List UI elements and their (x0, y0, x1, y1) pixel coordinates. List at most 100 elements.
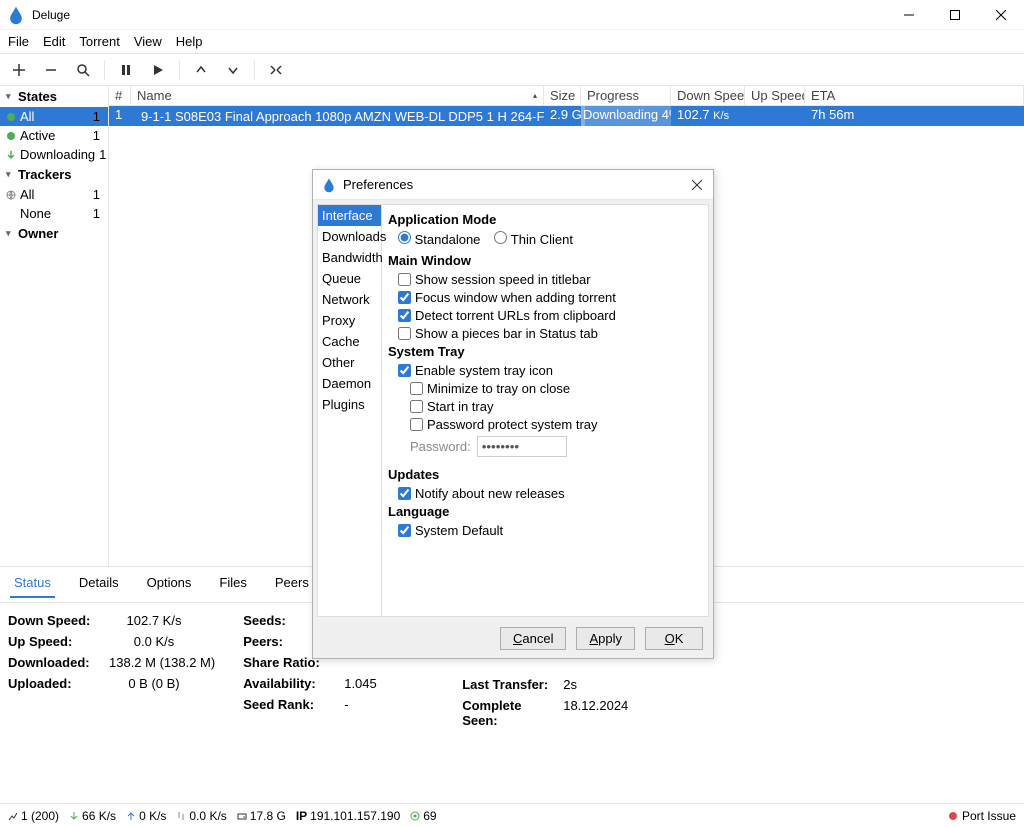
add-torrent-button[interactable] (4, 56, 34, 84)
col-progress[interactable]: Progress (581, 86, 671, 105)
prefs-cat-daemon[interactable]: Daemon (318, 373, 381, 394)
downloading-icon (6, 150, 16, 160)
warning-icon (948, 811, 958, 821)
tab-status[interactable]: Status (10, 573, 55, 598)
chk-detect-urls[interactable]: Detect torrent URLs from clipboard (398, 308, 702, 323)
tab-files[interactable]: Files (215, 573, 250, 598)
sidebar-header-trackers[interactable]: Trackers (0, 164, 108, 185)
window-maximize-button[interactable] (932, 0, 978, 30)
chk-focus-window[interactable]: Focus window when adding torrent (398, 290, 702, 305)
chk-enable-tray[interactable]: Enable system tray icon (398, 363, 702, 378)
complete-seen-value: 18.12.2024 (563, 698, 653, 728)
app-logo-icon (321, 177, 337, 193)
cancel-button[interactable]: Cancel (500, 627, 566, 650)
port-status-indicator[interactable]: Port Issue (948, 809, 1016, 823)
radio-thin-client[interactable]: Thin Client (494, 231, 573, 247)
menu-file[interactable]: File (8, 34, 29, 49)
tab-details[interactable]: Details (75, 573, 123, 598)
menu-view[interactable]: View (134, 34, 162, 49)
app-mode-header: Application Mode (388, 212, 702, 227)
sidebar-item-downloading[interactable]: Downloading 1 (0, 145, 108, 164)
queue-down-button[interactable] (218, 56, 248, 84)
tab-options[interactable]: Options (143, 573, 196, 598)
chk-minimize-tray[interactable]: Minimize to tray on close (410, 381, 702, 396)
col-size[interactable]: Size (544, 86, 581, 105)
prefs-cat-network[interactable]: Network (318, 289, 381, 310)
window-minimize-button[interactable] (886, 0, 932, 30)
sidebar-item-all[interactable]: All 1 (0, 107, 108, 126)
pause-button[interactable] (111, 56, 141, 84)
remove-torrent-button[interactable] (36, 56, 66, 84)
status-bar: 1 (200) 66 K/s 0 K/s 0.0 K/s 17.8 G IP19… (0, 803, 1024, 827)
prefs-cat-interface[interactable]: Interface (318, 205, 381, 226)
menu-torrent[interactable]: Torrent (79, 34, 119, 49)
blank-icon (6, 209, 16, 219)
column-headers: # Name▴ Size Progress Down Speed Up Spee… (109, 86, 1024, 106)
cell-down: 102.7 K/s (671, 106, 745, 126)
prefs-cat-bandwidth[interactable]: Bandwidth (318, 247, 381, 268)
cell-eta: 7h 56m (805, 106, 1024, 126)
prefs-content: Application Mode Standalone Thin Client … (382, 205, 708, 616)
col-up[interactable]: Up Speed (745, 86, 805, 105)
download-speed-indicator[interactable]: 66 K/s (69, 809, 116, 823)
chk-notify-releases[interactable]: Notify about new releases (398, 486, 702, 501)
last-transfer-value: 2s (563, 677, 653, 692)
col-eta[interactable]: ETA (805, 86, 1024, 105)
dialog-close-button[interactable] (689, 177, 705, 193)
chk-show-session-speed[interactable]: Show session speed in titlebar (398, 272, 702, 287)
menu-edit[interactable]: Edit (43, 34, 65, 49)
disk-space-indicator[interactable]: 17.8 G (237, 809, 286, 823)
prefs-cat-other[interactable]: Other (318, 352, 381, 373)
menu-bar: File Edit Torrent View Help (0, 30, 1024, 54)
chk-start-tray[interactable]: Start in tray (410, 399, 702, 414)
downloaded-value: 138.2 M (138.2 M) (109, 655, 215, 670)
filter-button[interactable] (68, 56, 98, 84)
availability-label: Availability: (243, 676, 338, 691)
uploaded-value: 0 B (0 B) (109, 676, 199, 691)
toolbar-separator (179, 60, 180, 80)
upload-speed-indicator[interactable]: 0 K/s (126, 809, 166, 823)
cell-name: 9-1-1 S08E03 Final Approach 1080p AMZN W… (131, 106, 544, 126)
up-speed-value: 0.0 K/s (109, 634, 199, 649)
protocol-traffic-indicator[interactable]: 0.0 K/s (176, 809, 226, 823)
disk-icon (237, 811, 247, 821)
col-num[interactable]: # (109, 86, 131, 105)
title-bar: Deluge (0, 0, 1024, 30)
sidebar-header-states[interactable]: States (0, 86, 108, 107)
apply-button[interactable]: Apply (576, 627, 635, 650)
menu-help[interactable]: Help (176, 34, 203, 49)
chk-pieces-bar[interactable]: Show a pieces bar in Status tab (398, 326, 702, 341)
sidebar-item-none[interactable]: None 1 (0, 204, 108, 223)
dialog-title: Preferences (343, 177, 689, 192)
preferences-button[interactable] (261, 56, 291, 84)
chk-system-default[interactable]: System Default (398, 523, 702, 538)
dht-indicator[interactable]: 69 (410, 809, 436, 823)
resume-button[interactable] (143, 56, 173, 84)
ip-indicator[interactable]: IP191.101.157.190 (296, 809, 400, 823)
sidebar-header-owner[interactable]: Owner (0, 223, 108, 244)
seed-rank-value: - (344, 697, 434, 712)
torrent-row[interactable]: 1 9-1-1 S08E03 Final Approach 1080p AMZN… (109, 106, 1024, 126)
prefs-cat-plugins[interactable]: Plugins (318, 394, 381, 415)
chk-password-tray[interactable]: Password protect system tray (410, 417, 702, 432)
cell-progress: Downloading 4% (581, 106, 671, 126)
connections-icon (8, 811, 18, 821)
prefs-cat-queue[interactable]: Queue (318, 268, 381, 289)
col-name[interactable]: Name▴ (131, 86, 544, 105)
ok-button[interactable]: OK (645, 627, 703, 650)
sidebar-item-active[interactable]: Active 1 (0, 126, 108, 145)
prefs-cat-cache[interactable]: Cache (318, 331, 381, 352)
tab-peers[interactable]: Peers (271, 573, 313, 598)
updates-header: Updates (388, 467, 702, 482)
downloaded-label: Downloaded: (8, 655, 103, 670)
toolbar-separator (104, 60, 105, 80)
radio-standalone[interactable]: Standalone (398, 231, 480, 247)
connections-indicator[interactable]: 1 (200) (8, 809, 59, 823)
window-close-button[interactable] (978, 0, 1024, 30)
prefs-cat-downloads[interactable]: Downloads (318, 226, 381, 247)
sidebar-item-trackers-all[interactable]: All 1 (0, 185, 108, 204)
queue-up-button[interactable] (186, 56, 216, 84)
prefs-cat-proxy[interactable]: Proxy (318, 310, 381, 331)
col-down[interactable]: Down Speed (671, 86, 745, 105)
password-label: Password: (410, 439, 471, 454)
